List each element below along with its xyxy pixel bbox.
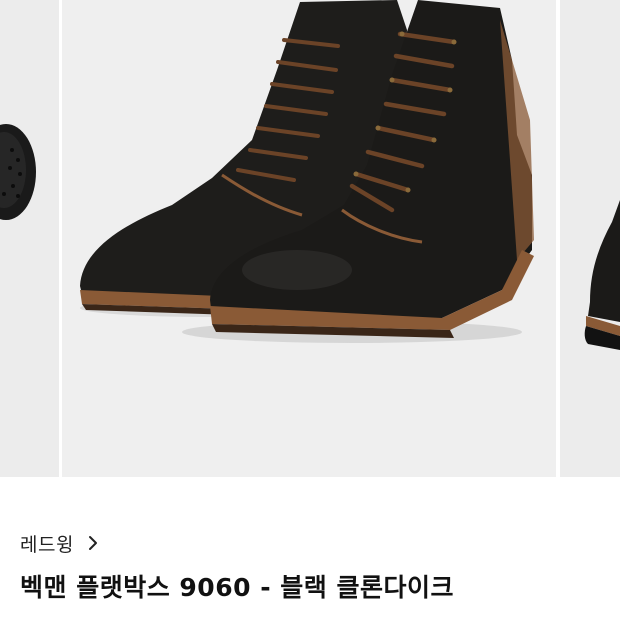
brand-link[interactable]: 레드윙 (20, 528, 98, 558)
boot-sole-photo (0, 0, 59, 477)
boot-side-photo (560, 0, 620, 477)
chevron-right-icon (88, 535, 98, 551)
product-image-carousel[interactable] (0, 0, 620, 477)
black-leather-boots-photo (62, 0, 556, 477)
previous-product-image[interactable] (0, 0, 59, 477)
current-product-image[interactable] (62, 0, 556, 477)
brand-name: 레드윙 (20, 533, 74, 556)
next-product-image[interactable] (560, 0, 620, 477)
product-title: 벡맨 플랫박스 9060 - 블랙 클론다이크 (20, 573, 454, 602)
